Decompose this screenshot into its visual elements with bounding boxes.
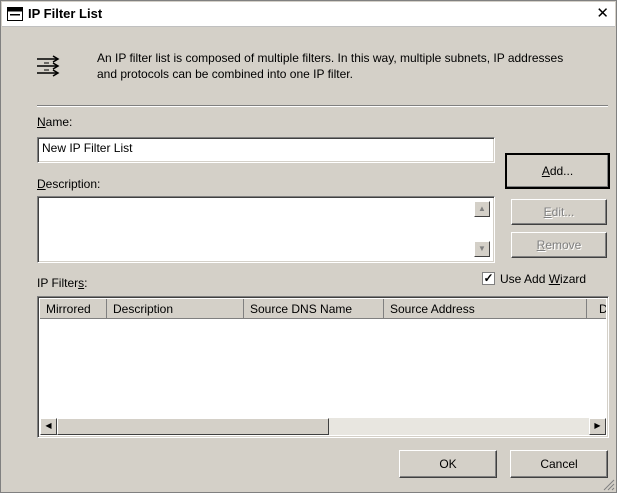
- dialog-window-icon: [7, 7, 23, 21]
- ip-filter-list-icon: [37, 55, 60, 77]
- remove-button-key: R: [536, 238, 546, 252]
- scroll-left-button[interactable]: ◀: [40, 418, 57, 435]
- add-button[interactable]: Add...: [505, 153, 610, 189]
- separator: [37, 105, 608, 107]
- scroll-thumb[interactable]: [57, 418, 329, 435]
- window-title: IP Filter List: [28, 6, 103, 21]
- use-add-wizard-label-pre: Use Add: [500, 272, 549, 286]
- add-button-rest: dd...: [549, 164, 574, 178]
- ip-filters-list[interactable]: Mirrored Description Source DNS Name Sou…: [37, 296, 609, 438]
- scroll-down-button: ▼: [474, 241, 490, 257]
- list-header: Mirrored Description Source DNS Name Sou…: [40, 299, 606, 319]
- name-label: Name:: [37, 115, 72, 129]
- ip-filters-label-pre: IP Filter: [37, 276, 79, 290]
- ok-button[interactable]: OK: [399, 450, 497, 478]
- name-field-value: New IP Filter List: [42, 141, 133, 155]
- column-header-source-address[interactable]: Source Address: [384, 299, 587, 319]
- close-icon[interactable]: ✕: [596, 4, 609, 22]
- name-field[interactable]: New IP Filter List: [37, 137, 495, 163]
- add-button-key: A: [541, 164, 550, 178]
- use-add-wizard-label[interactable]: Use Add Wizard: [500, 272, 586, 286]
- cancel-button[interactable]: Cancel: [510, 450, 608, 478]
- column-header-mirrored[interactable]: Mirrored: [40, 299, 107, 319]
- ip-filter-list-dialog: IP Filter List ✕ An IP filter list is co…: [0, 0, 617, 493]
- edit-button-rest: dit...: [551, 205, 575, 219]
- remove-button-rest: emove: [545, 238, 582, 252]
- scroll-up-button: ▲: [474, 201, 490, 217]
- checkmark-icon: ✓: [483, 271, 494, 285]
- horizontal-scrollbar[interactable]: ◀ ▶: [40, 418, 606, 435]
- scroll-right-button[interactable]: ▶: [589, 418, 606, 435]
- edit-button[interactable]: Edit...: [511, 199, 607, 225]
- resize-grip-icon[interactable]: [601, 477, 615, 491]
- remove-button[interactable]: Remove: [511, 232, 607, 258]
- name-label-key: N: [37, 115, 46, 129]
- use-add-wizard-label-post: izard: [560, 272, 587, 286]
- ip-filters-label: IP Filters:: [37, 276, 87, 290]
- column-header-source-dns-name[interactable]: Source DNS Name: [244, 299, 384, 319]
- column-header-description[interactable]: Description: [107, 299, 244, 319]
- edit-button-key: E: [543, 205, 552, 219]
- description-field[interactable]: ▲ ▼: [37, 196, 495, 263]
- ip-filters-label-post: :: [84, 276, 88, 290]
- description-label: Description:: [37, 177, 100, 191]
- info-text: An IP filter list is composed of multipl…: [97, 51, 564, 81]
- use-add-wizard-label-key: W: [548, 272, 561, 286]
- description-label-rest: escription:: [45, 177, 101, 191]
- title-bar: IP Filter List ✕: [2, 2, 615, 27]
- use-add-wizard-checkbox[interactable]: ✓: [482, 272, 495, 285]
- name-label-rest: ame:: [45, 115, 73, 129]
- column-header-destination[interactable]: D: [587, 299, 606, 319]
- description-label-key: D: [37, 177, 46, 191]
